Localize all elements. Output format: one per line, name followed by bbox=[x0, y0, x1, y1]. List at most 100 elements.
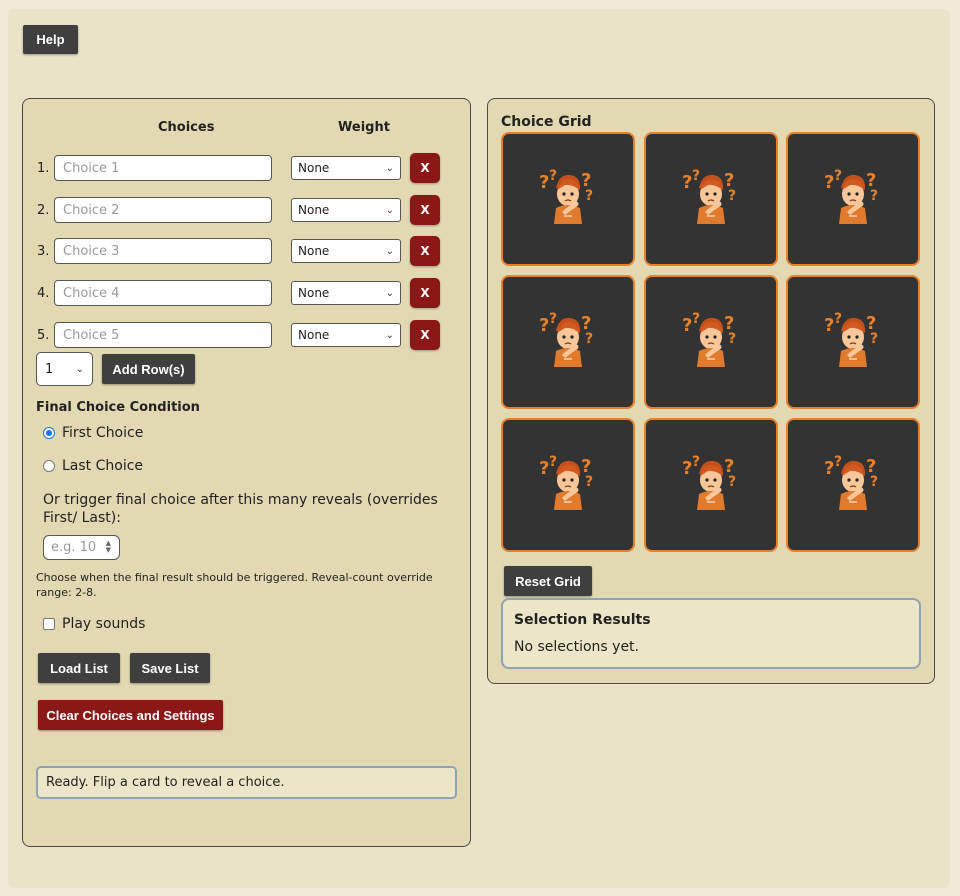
svg-text:?: ? bbox=[549, 454, 557, 470]
grid-card[interactable]: ???? bbox=[643, 418, 778, 552]
delete-row-button[interactable]: X bbox=[410, 153, 440, 183]
weight-value: None bbox=[298, 203, 330, 217]
row-count-select[interactable]: 1 ⌄ bbox=[36, 352, 93, 386]
grid-card[interactable]: ???? bbox=[786, 275, 920, 409]
svg-text:?: ? bbox=[824, 172, 834, 193]
svg-text:?: ? bbox=[549, 168, 557, 184]
thinking-character-icon: ???? bbox=[822, 309, 884, 375]
grid-card[interactable]: ???? bbox=[501, 418, 635, 552]
weight-select[interactable]: None ⌄ bbox=[291, 156, 401, 180]
radio-button[interactable] bbox=[43, 460, 55, 472]
svg-text:?: ? bbox=[585, 188, 593, 204]
svg-text:?: ? bbox=[539, 315, 549, 336]
grid-card[interactable]: ???? bbox=[786, 418, 920, 552]
thinking-character-icon: ???? bbox=[680, 166, 742, 232]
svg-text:?: ? bbox=[682, 315, 692, 336]
svg-text:?: ? bbox=[585, 331, 593, 347]
choice-input[interactable] bbox=[54, 155, 272, 181]
play-sounds-label: Play sounds bbox=[62, 616, 146, 632]
radio-last-choice[interactable]: Last Choice bbox=[43, 458, 143, 474]
choice-input[interactable] bbox=[54, 322, 272, 348]
row-number: 3. bbox=[37, 244, 50, 259]
thinking-character-icon: ???? bbox=[822, 452, 884, 518]
status-message: Ready. Flip a card to reveal a choice. bbox=[36, 766, 457, 799]
reveal-count-placeholder: e.g. 10 bbox=[51, 540, 97, 555]
weight-column-header: Weight bbox=[338, 120, 390, 135]
thinking-character-icon: ???? bbox=[680, 309, 742, 375]
grid-card[interactable]: ???? bbox=[786, 132, 920, 266]
help-button[interactable]: Help bbox=[23, 25, 78, 54]
chevron-down-icon: ⌄ bbox=[75, 363, 84, 375]
chevron-down-icon: ⌄ bbox=[385, 329, 394, 341]
svg-text:?: ? bbox=[549, 311, 557, 327]
choice-input[interactable] bbox=[54, 238, 272, 264]
play-sounds-checkbox[interactable] bbox=[43, 618, 55, 630]
grid-card[interactable]: ???? bbox=[501, 132, 635, 266]
svg-text:?: ? bbox=[870, 474, 878, 490]
grid-card[interactable]: ???? bbox=[643, 275, 778, 409]
row-number: 4. bbox=[37, 286, 50, 301]
svg-text:?: ? bbox=[682, 458, 692, 479]
thinking-character-icon: ???? bbox=[822, 166, 884, 232]
svg-text:?: ? bbox=[692, 311, 700, 327]
thinking-character-icon: ???? bbox=[680, 452, 742, 518]
choice-grid-panel: Choice Grid ????????????????????????????… bbox=[487, 98, 935, 684]
final-choice-heading: Final Choice Condition bbox=[36, 400, 200, 415]
choice-input[interactable] bbox=[54, 280, 272, 306]
chevron-down-icon: ⌄ bbox=[385, 287, 394, 299]
weight-select[interactable]: None ⌄ bbox=[291, 323, 401, 347]
weight-select[interactable]: None ⌄ bbox=[291, 198, 401, 222]
thinking-character-icon: ???? bbox=[537, 166, 599, 232]
svg-text:?: ? bbox=[824, 458, 834, 479]
svg-text:?: ? bbox=[728, 331, 736, 347]
load-list-button[interactable]: Load List bbox=[38, 653, 120, 683]
weight-select[interactable]: None ⌄ bbox=[291, 239, 401, 263]
choice-row: 5. None ⌄ X bbox=[23, 320, 470, 350]
choice-input[interactable] bbox=[54, 197, 272, 223]
weight-value: None bbox=[298, 286, 330, 300]
delete-row-button[interactable]: X bbox=[410, 236, 440, 266]
results-title: Selection Results bbox=[514, 612, 651, 628]
radio-button[interactable] bbox=[43, 427, 55, 439]
save-list-button[interactable]: Save List bbox=[130, 653, 210, 683]
svg-text:?: ? bbox=[834, 454, 842, 470]
chevron-down-icon: ⌄ bbox=[385, 204, 394, 216]
row-number: 2. bbox=[37, 203, 50, 218]
grid-card[interactable]: ???? bbox=[501, 275, 635, 409]
svg-text:?: ? bbox=[824, 315, 834, 336]
grid-card[interactable]: ???? bbox=[643, 132, 778, 266]
row-number: 1. bbox=[37, 161, 50, 176]
svg-text:?: ? bbox=[539, 458, 549, 479]
reveal-count-input[interactable]: e.g. 10 ▲ ▼ bbox=[43, 535, 120, 560]
row-number: 5. bbox=[37, 328, 50, 343]
delete-row-button[interactable]: X bbox=[410, 320, 440, 350]
delete-row-button[interactable]: X bbox=[410, 195, 440, 225]
reveal-trigger-label: Or trigger final choice after this many … bbox=[43, 492, 438, 526]
svg-text:?: ? bbox=[870, 188, 878, 204]
radio-first-choice[interactable]: First Choice bbox=[43, 425, 143, 441]
radio-label: First Choice bbox=[62, 425, 144, 441]
thinking-character-icon: ???? bbox=[537, 452, 599, 518]
reset-grid-button[interactable]: Reset Grid bbox=[504, 566, 592, 596]
svg-text:?: ? bbox=[539, 172, 549, 193]
choice-row: 3. None ⌄ X bbox=[23, 236, 470, 266]
spinner-arrows-icon[interactable]: ▲ ▼ bbox=[106, 540, 111, 554]
svg-text:?: ? bbox=[728, 188, 736, 204]
choice-row: 2. None ⌄ X bbox=[23, 195, 470, 225]
svg-text:?: ? bbox=[692, 168, 700, 184]
app-container: Help Choices Weight 1. None ⌄ X 2. None ⌄ … bbox=[8, 9, 950, 888]
clear-choices-button[interactable]: Clear Choices and Settings bbox=[38, 700, 223, 730]
play-sounds-option[interactable]: Play sounds bbox=[43, 616, 145, 632]
weight-select[interactable]: None ⌄ bbox=[291, 281, 401, 305]
add-rows-button[interactable]: Add Row(s) bbox=[102, 354, 195, 384]
choice-row: 4. None ⌄ X bbox=[23, 278, 470, 308]
selection-results: Selection Results No selections yet. bbox=[501, 598, 921, 669]
svg-text:?: ? bbox=[692, 454, 700, 470]
radio-label: Last Choice bbox=[62, 458, 144, 474]
results-text: No selections yet. bbox=[514, 639, 639, 655]
weight-value: None bbox=[298, 328, 330, 342]
delete-row-button[interactable]: X bbox=[410, 278, 440, 308]
svg-text:?: ? bbox=[834, 311, 842, 327]
choices-column-header: Choices bbox=[158, 120, 215, 135]
svg-text:?: ? bbox=[728, 474, 736, 490]
